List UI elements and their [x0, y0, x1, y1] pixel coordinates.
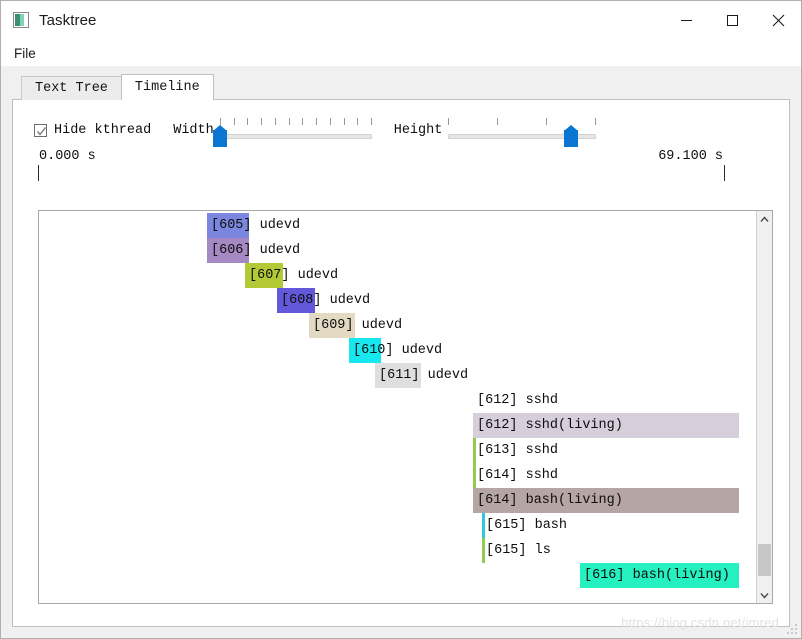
timeline-track[interactable]: [615] bash — [482, 513, 567, 538]
height-slider-label: Height — [393, 122, 443, 138]
chevron-down-icon — [760, 592, 769, 599]
scrollbar-thumb[interactable] — [758, 543, 771, 576]
timeline-track-label: [605] udevd — [211, 218, 301, 233]
axis-start-label: 0.000 s — [39, 149, 96, 164]
close-button[interactable] — [755, 1, 801, 39]
timeline-track[interactable]: [605] udevd — [207, 213, 300, 238]
timeline-track-label: [606] udevd — [211, 243, 301, 258]
timeline-track[interactable]: [614] sshd — [473, 463, 558, 488]
timeline-track-label: [609] udevd — [313, 318, 403, 333]
app-window-icon — [13, 12, 29, 28]
timeline-track[interactable]: [612] sshd(living) — [473, 413, 739, 438]
timeline-track-label: [612] sshd(living) — [477, 418, 623, 433]
maximize-button[interactable] — [709, 1, 755, 39]
timeline-track[interactable]: [610] udevd — [349, 338, 442, 363]
timeline-track-label: [611] udevd — [379, 368, 469, 383]
timeline-track-label: [614] sshd — [477, 468, 559, 483]
timeline-track[interactable]: [608] udevd — [277, 288, 370, 313]
timeline-track-label: [616] bash(living) — [584, 568, 730, 583]
axis-start-tick — [38, 165, 39, 181]
timeline-panel: Hide kthread Width Height 0.000 s 69.100… — [12, 99, 790, 627]
timeline-track[interactable]: [613] sshd — [473, 438, 558, 463]
timeline-track[interactable]: [609] udevd — [309, 313, 402, 338]
timeline-track[interactable]: [607] udevd — [245, 263, 338, 288]
timeline-track[interactable]: [611] udevd — [375, 363, 468, 388]
check-icon — [36, 126, 47, 136]
axis-end-label: 69.100 s — [658, 149, 723, 164]
hide-kthread-checkbox-row[interactable]: Hide kthread — [34, 123, 151, 138]
timeline-track-label: [614] bash(living) — [477, 493, 623, 508]
watermark-text: https://blog.csdn.net/imred — [621, 615, 779, 630]
width-slider-groove[interactable] — [219, 134, 372, 139]
width-slider-ticks — [219, 118, 372, 125]
timeline-track[interactable]: [616] bash(living) — [580, 563, 739, 588]
timeline-track[interactable]: [612] sshd — [473, 388, 558, 413]
timeline-track[interactable]: [614] bash(living) — [473, 488, 739, 513]
timeline-track[interactable]: [606] udevd — [207, 238, 300, 263]
width-slider[interactable] — [212, 115, 372, 147]
tab-strip: Text Tree Timeline — [12, 74, 790, 100]
timeline-vertical-scrollbar[interactable] — [756, 211, 772, 603]
menu-file[interactable]: File — [8, 44, 42, 63]
width-slider-handle[interactable] — [212, 125, 227, 147]
tab-area: Text Tree Timeline Hide kthread Width He… — [1, 66, 801, 638]
application-window: Tasktree File Text Tree Timeline Hide kt… — [0, 0, 802, 639]
tab-text-tree[interactable]: Text Tree — [21, 76, 122, 100]
timeline-track-label: [608] udevd — [281, 293, 371, 308]
minimize-button[interactable] — [663, 1, 709, 39]
tab-timeline[interactable]: Timeline — [120, 74, 214, 100]
height-slider-ticks — [448, 118, 597, 125]
timeline-track-label: [612] sshd — [477, 393, 559, 408]
timeline-track-label: [607] udevd — [249, 268, 339, 283]
chevron-up-icon — [760, 215, 769, 222]
timeline-canvas-frame: [605] udevd [606] udevd [607] udevd [608] u… — [38, 210, 773, 604]
scroll-up-button[interactable] — [757, 211, 772, 227]
scroll-down-button[interactable] — [757, 587, 772, 603]
time-axis: 0.000 s 69.100 s — [13, 149, 789, 189]
timeline-track[interactable]: [615] ls — [482, 538, 551, 563]
timeline-canvas[interactable]: [605] udevd [606] udevd [607] udevd [608] u… — [39, 211, 756, 603]
resize-grip[interactable] — [787, 624, 798, 635]
controls-row: Hide kthread Width Height — [13, 113, 789, 147]
width-slider-label: Width — [173, 122, 214, 138]
menu-bar: File — [1, 40, 801, 66]
window-title: Tasktree — [39, 11, 97, 29]
title-bar: Tasktree — [1, 1, 801, 40]
timeline-track-label: [615] ls — [486, 543, 551, 558]
hide-kthread-checkbox[interactable] — [34, 123, 47, 137]
timeline-track-label: [610] udevd — [353, 343, 443, 358]
axis-end-tick — [724, 165, 725, 181]
timeline-track-label: [615] bash — [486, 518, 568, 533]
height-slider-handle[interactable] — [564, 125, 579, 147]
hide-kthread-label: Hide kthread — [54, 122, 152, 138]
timeline-track-label: [613] sshd — [477, 443, 559, 458]
height-slider[interactable] — [448, 115, 597, 147]
